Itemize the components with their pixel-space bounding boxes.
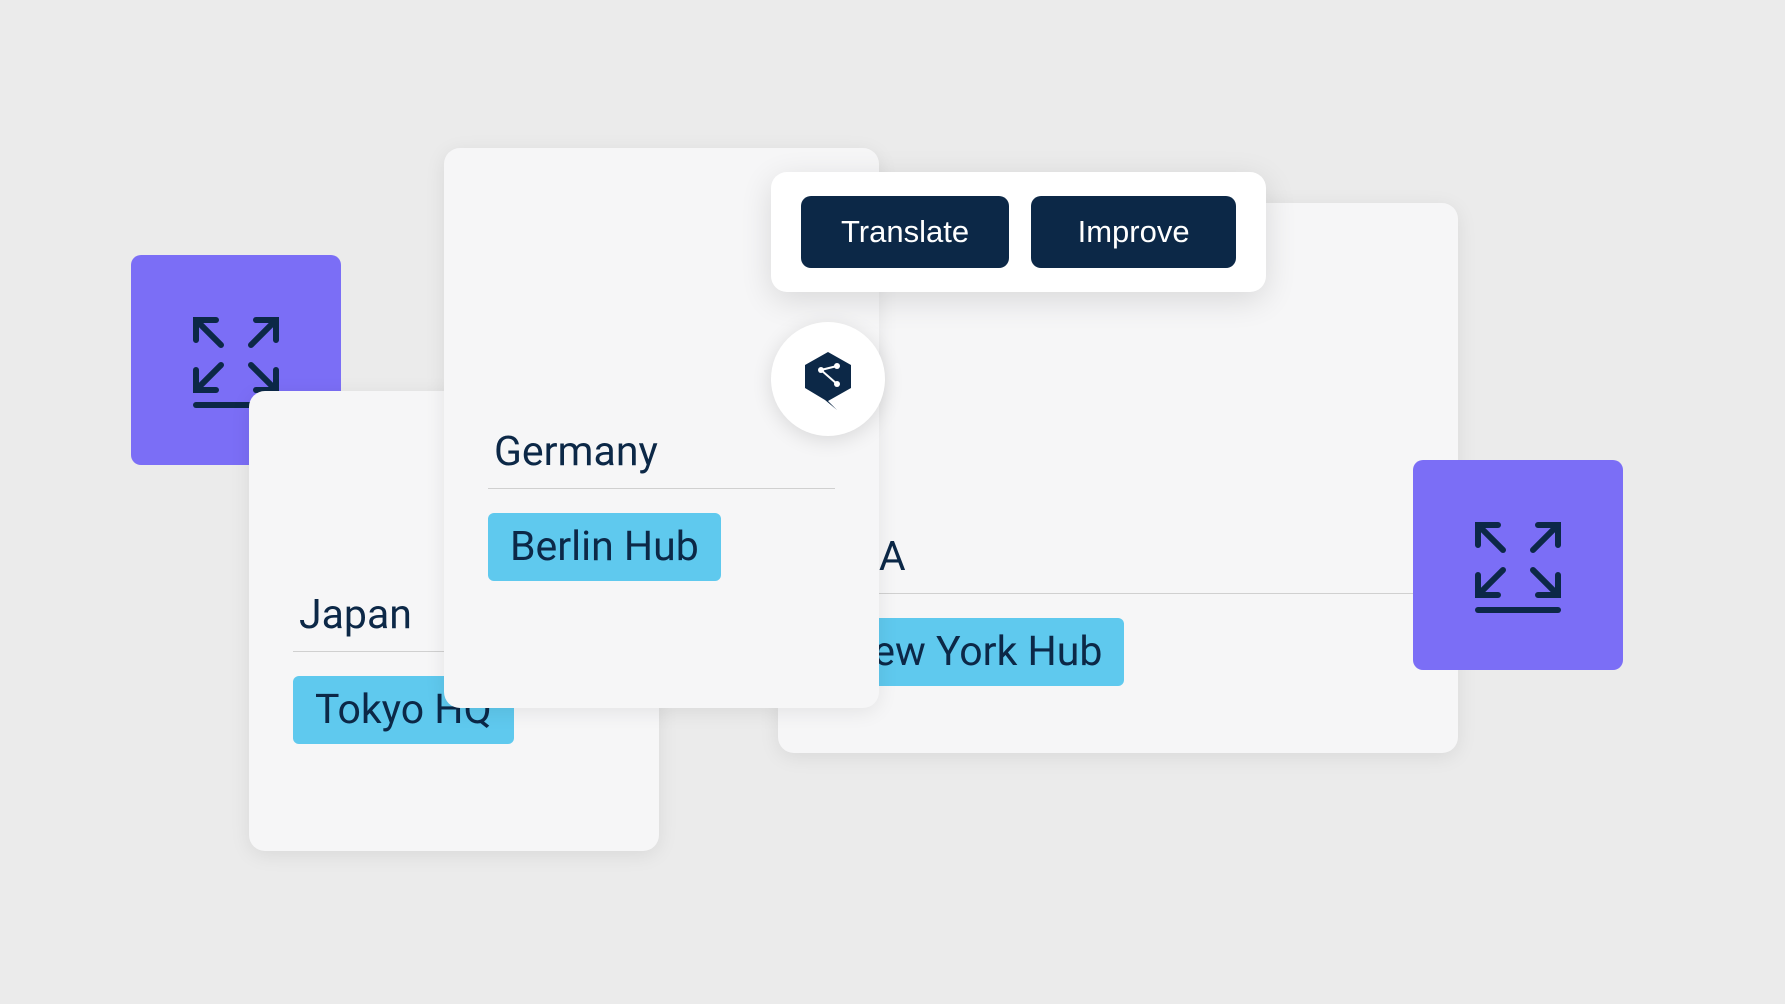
ai-logo-badge[interactable]: [771, 322, 885, 436]
expand-decoration-right: [1413, 460, 1623, 670]
divider: [822, 593, 1414, 594]
divider: [488, 488, 835, 489]
hexagon-chat-icon: [797, 348, 859, 410]
country-label: USA: [822, 533, 1414, 581]
expand-icon: [1468, 515, 1568, 615]
translate-button[interactable]: Translate: [801, 196, 1009, 268]
country-label: Germany: [488, 428, 835, 476]
ai-toolbar: Translate Improve: [771, 172, 1266, 292]
hub-tag[interactable]: Berlin Hub: [488, 513, 721, 581]
improve-button[interactable]: Improve: [1031, 196, 1236, 268]
